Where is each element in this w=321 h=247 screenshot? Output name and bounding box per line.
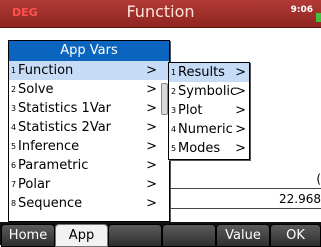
submenu-item-modes[interactable]: 5 Modes >	[169, 139, 249, 158]
menu-header: App Vars	[9, 41, 169, 61]
menu-item-number: 3	[11, 104, 17, 113]
menu-item-sequence[interactable]: 8 Sequence >	[9, 194, 169, 213]
menu-item-number: 5	[11, 142, 17, 151]
ok-softkey[interactable]: OK	[270, 224, 321, 247]
submenu-item-label: Results	[178, 65, 225, 80]
chevron-right-icon: >	[235, 141, 246, 156]
chevron-right-icon: >	[146, 139, 157, 154]
value-softkey[interactable]: Value	[216, 224, 270, 247]
chevron-right-icon: >	[235, 103, 246, 118]
battery-icon	[316, 13, 321, 22]
submenu-item-label: Numeric	[178, 122, 233, 137]
title-bar: DEG Function 9:06	[0, 0, 321, 28]
menu-item-label: Function	[18, 63, 74, 78]
chevron-right-icon: >	[235, 122, 246, 137]
submenu-item-number: 2	[171, 87, 177, 96]
menu-item-number: 7	[11, 180, 17, 189]
chevron-right-icon: >	[146, 177, 157, 192]
menu-item-label: Polar	[18, 177, 51, 192]
submenu-item-number: 4	[171, 125, 177, 134]
home-softkey[interactable]: Home	[1, 224, 55, 247]
menu-scrollbar[interactable]	[161, 83, 168, 115]
menu-item-label: Inference	[18, 139, 80, 154]
menu-item-label: Parametric	[18, 158, 89, 173]
menu-item-label: Solve	[18, 82, 54, 97]
blank-softkey-1[interactable]	[108, 224, 162, 247]
chevron-right-icon: >	[146, 101, 157, 116]
menu-item-label: Statistics 1Var	[18, 101, 112, 116]
chevron-right-icon: >	[146, 158, 157, 173]
submenu-item-number: 1	[171, 68, 177, 77]
blank-softkey-2[interactable]	[162, 224, 216, 247]
menu-item-statistics-1var[interactable]: 3 Statistics 1Var >	[9, 99, 169, 118]
chevron-right-icon: >	[235, 65, 246, 80]
menu-item-number: 8	[11, 199, 17, 208]
chevron-right-icon: >	[146, 63, 157, 78]
chevron-right-icon: >	[235, 84, 246, 99]
background-row: (	[166, 168, 321, 189]
submenu-item-label: Modes	[178, 141, 221, 156]
menu-item-number: 2	[11, 85, 17, 94]
background-value: 22.968	[279, 192, 321, 206]
submenu-item-results[interactable]: 1 Results >	[169, 63, 249, 82]
menu-item-number: 6	[11, 161, 17, 170]
menu-item-solve[interactable]: 2 Solve >	[9, 80, 169, 99]
chevron-right-icon: >	[146, 120, 157, 135]
menu-item-inference[interactable]: 5 Inference >	[9, 137, 169, 156]
app-title: Function	[126, 2, 195, 21]
submenu-item-numeric[interactable]: 4 Numeric >	[169, 120, 249, 139]
chevron-right-icon: >	[146, 196, 157, 211]
menu-item-polar[interactable]: 7 Polar >	[9, 175, 169, 194]
submenu-item-label: Plot	[178, 103, 203, 118]
background-row: 22.968	[166, 190, 321, 209]
background-value: (	[316, 172, 321, 186]
clock: 9:06	[290, 5, 313, 15]
submenu-item-number: 3	[171, 106, 177, 115]
submenu-item-number: 5	[171, 144, 177, 153]
submenu-item-label: Symbolic	[178, 84, 238, 99]
submenu-item-plot[interactable]: 3 Plot >	[169, 101, 249, 120]
app-softkey[interactable]: App	[55, 224, 108, 247]
menu-item-number: 4	[11, 123, 17, 132]
menu-item-number: 1	[11, 66, 17, 75]
function-submenu: 1 Results > 2 Symbolic > 3 Plot > 4 Nume…	[168, 62, 250, 160]
menu-item-label: Sequence	[18, 196, 83, 211]
menu-item-parametric[interactable]: 6 Parametric >	[9, 156, 169, 175]
chevron-right-icon: >	[146, 82, 157, 97]
app-vars-menu: App Vars 1 Function > 2 Solve > 3 Statis…	[8, 40, 170, 222]
submenu-item-symbolic[interactable]: 2 Symbolic >	[169, 82, 249, 101]
menu-item-function[interactable]: 1 Function >	[9, 61, 169, 80]
menu-item-label: Statistics 2Var	[18, 120, 112, 135]
menu-item-statistics-2var[interactable]: 4 Statistics 2Var >	[9, 118, 169, 137]
